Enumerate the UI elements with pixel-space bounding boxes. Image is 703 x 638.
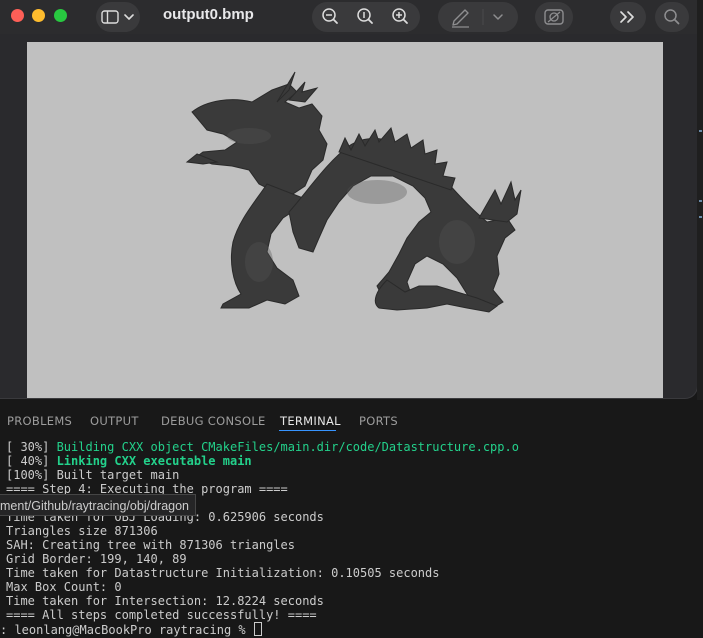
edge-marker	[699, 200, 702, 202]
zoom-in-icon[interactable]	[392, 8, 408, 24]
zoom-controls	[312, 2, 420, 32]
sidebar-toggle-button[interactable]	[96, 2, 140, 32]
terminal-line: [ 30%] Building CXX object CMakeFiles/ma…	[6, 440, 519, 454]
markup-button[interactable]	[438, 2, 518, 32]
search-icon	[664, 9, 680, 25]
terminal-line: [ 40%] Linking CXX executable main	[6, 454, 252, 468]
terminal-line: Max Box Count: 0	[6, 580, 122, 594]
minimize-window-button[interactable]	[32, 9, 45, 22]
panel-tabs: PROBLEMS OUTPUT DEBUG CONSOLE TERMINAL P…	[0, 400, 703, 432]
terminal-prompt-line[interactable]: : leonlang@MacBookPro raytracing %	[0, 622, 262, 637]
image-canvas	[27, 42, 663, 398]
zoom-out-icon[interactable]	[322, 8, 338, 24]
active-tab-indicator	[279, 430, 336, 431]
tab-problems[interactable]: PROBLEMS	[7, 414, 72, 428]
terminal-line: Grid Border: 199, 140, 89	[6, 552, 187, 566]
terminal-line: Time taken for Intersection: 12.8224 sec…	[6, 594, 324, 608]
terminal-line: [100%] Built target main	[6, 468, 180, 482]
edge-marker	[699, 216, 702, 218]
terminal-line: Triangles size 871306	[6, 524, 158, 538]
tab-debug-console[interactable]: DEBUG CONSOLE	[161, 414, 266, 428]
edge-marker	[699, 130, 702, 132]
tab-terminal[interactable]: TERMINAL	[280, 414, 341, 428]
bottom-panel: PROBLEMS OUTPUT DEBUG CONSOLE TERMINAL P…	[0, 400, 703, 637]
image-adjust-icon	[544, 9, 564, 25]
tab-ports[interactable]: PORTS	[359, 414, 398, 428]
terminal-line: ==== All steps completed successfully! =…	[6, 608, 317, 622]
terminal-cursor	[253, 622, 262, 636]
adjust-button[interactable]	[535, 2, 573, 32]
terminal-prompt: : leonlang@MacBookPro raytracing %	[0, 623, 253, 637]
terminal-line: SAH: Creating tree with 871306 triangles	[6, 538, 295, 552]
markup-pen-icon	[452, 9, 469, 28]
search-button[interactable]	[655, 2, 689, 32]
terminal-output[interactable]: [ 30%] Building CXX object CMakeFiles/ma…	[0, 438, 703, 638]
chevron-down-icon	[493, 14, 503, 20]
zoom-window-button[interactable]	[54, 9, 67, 22]
zoom-to-fit-icon[interactable]	[357, 8, 373, 24]
dragon-render-image	[185, 71, 522, 313]
more-icon	[620, 11, 634, 23]
window-title: output0.bmp	[163, 6, 254, 23]
terminal-line: Time taken for Datastructure Initializat…	[6, 566, 440, 580]
close-window-button[interactable]	[11, 9, 24, 22]
title-bar: output0.bmp	[0, 0, 697, 34]
sidebar-icon	[101, 10, 134, 24]
path-hover-tooltip: ment/Github/raytracing/obj/dragon	[0, 494, 196, 516]
tab-output[interactable]: OUTPUT	[90, 414, 139, 428]
preview-window: output0.bmp	[0, 0, 697, 398]
more-toolbar-button[interactable]	[610, 2, 646, 32]
